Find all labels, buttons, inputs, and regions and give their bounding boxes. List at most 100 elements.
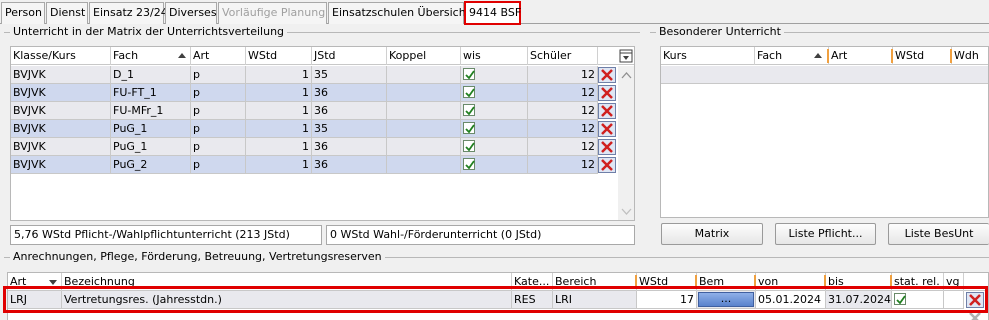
col-header-kurs[interactable]: Kurs xyxy=(661,47,755,65)
cell-klasse: BVJVK xyxy=(11,66,111,84)
col-header-bes-wdh[interactable]: Wdh xyxy=(952,47,988,65)
delete-row-icon[interactable] xyxy=(598,157,616,173)
cell-wis xyxy=(461,156,528,174)
tab-dienst[interactable]: Dienst xyxy=(46,2,88,24)
cell-wstd: 1 xyxy=(246,66,312,84)
tab-vorlaeufige-planung: Vorläufige Planung xyxy=(218,2,327,24)
cell-jstd: 35 xyxy=(312,120,387,138)
column-chooser-icon[interactable] xyxy=(616,47,634,65)
cell-wstd: 1 xyxy=(246,120,312,138)
cell-koppel xyxy=(387,102,461,120)
wis-checkbox[interactable] xyxy=(463,158,475,170)
delete-row-icon[interactable] xyxy=(598,85,616,101)
cell-wstd: 1 xyxy=(246,138,312,156)
tab-diverses[interactable]: Diverses xyxy=(165,2,217,24)
delete-row-icon[interactable] xyxy=(598,67,616,83)
cell-jstd: 36 xyxy=(312,84,387,102)
cell-koppel xyxy=(387,138,461,156)
tab-einsatzschulen-uebersicht[interactable]: Einsatzschulen Übersicht xyxy=(328,2,470,24)
tab-einsatz[interactable]: Einsatz 23/24 xyxy=(89,2,168,24)
anrechnungen-group-title: Anrechnungen, Pflege, Förderung, Betreuu… xyxy=(10,250,385,263)
tab-bar: Person Dienst Einsatz 23/24 Diverses Vor… xyxy=(0,0,989,25)
tab-9414-bsf[interactable]: 9414 BSF xyxy=(464,1,521,25)
table-row[interactable]: BVJVK PuG_1 p 1 36 12 xyxy=(11,138,617,156)
besonderer-empty-row xyxy=(661,66,988,84)
cell-koppel xyxy=(387,120,461,138)
besonderer-grid[interactable]: Kurs Fach Art WStd Wdh xyxy=(660,46,989,218)
delete-row-icon[interactable] xyxy=(598,103,616,119)
col-header-klasse[interactable]: Klasse/Kurs xyxy=(11,47,111,65)
cell-wis xyxy=(461,138,528,156)
summary-wahl: 0 WStd Wahl-/Förderunterricht (0 JStd) xyxy=(326,225,635,245)
cell-wis xyxy=(461,120,528,138)
cell-klasse: BVJVK xyxy=(11,120,111,138)
liste-besunt-button[interactable]: Liste BesUnt xyxy=(888,223,989,245)
table-row[interactable]: BVJVK FU-FT_1 p 1 36 12 xyxy=(11,84,617,102)
column-separator xyxy=(827,49,829,63)
cell-schueler: 12 xyxy=(528,156,598,174)
sort-asc-icon xyxy=(178,53,186,58)
liste-pflicht-button[interactable]: Liste Pflicht... xyxy=(775,223,876,245)
table-row[interactable]: BVJVK PuG_2 p 1 36 12 xyxy=(11,156,617,174)
cell-art: p xyxy=(191,156,246,174)
cell-fach: PuG_1 xyxy=(111,120,191,138)
col-header-fach-label: Fach xyxy=(113,49,139,62)
cell-koppel xyxy=(387,66,461,84)
matrix-scrollbar[interactable] xyxy=(618,66,634,220)
cell-wstd: 1 xyxy=(246,156,312,174)
cell-art: p xyxy=(191,66,246,84)
besonderer-header: Kurs Fach Art WStd Wdh xyxy=(661,47,988,65)
column-separator xyxy=(950,49,952,63)
col-header-koppel[interactable]: Koppel xyxy=(387,47,461,65)
col-header-schueler[interactable]: Schüler xyxy=(528,47,598,65)
cell-fach: PuG_2 xyxy=(111,156,191,174)
matrix-group-title: Unterricht in der Matrix der Unterrichts… xyxy=(10,25,288,38)
cell-wis xyxy=(461,66,528,84)
col-header-wis[interactable]: wis xyxy=(461,47,528,65)
col-header-bes-wstd[interactable]: WStd xyxy=(893,47,952,65)
cell-fach: FU-FT_1 xyxy=(111,84,191,102)
col-header-bes-art[interactable]: Art xyxy=(829,47,893,65)
scroll-arrows-icon xyxy=(621,72,632,215)
cell-jstd: 36 xyxy=(312,156,387,174)
cell-schueler: 12 xyxy=(528,84,598,102)
cell-schueler: 12 xyxy=(528,66,598,84)
cell-fach: D_1 xyxy=(111,66,191,84)
cell-wstd: 1 xyxy=(246,102,312,120)
matrix-button[interactable]: Matrix xyxy=(661,223,763,245)
cell-jstd: 36 xyxy=(312,102,387,120)
cell-fach: PuG_1 xyxy=(111,138,191,156)
matrix-header: Klasse/Kurs Fach Art WStd JStd Koppel wi… xyxy=(11,47,634,65)
cell-klasse: BVJVK xyxy=(11,156,111,174)
cell-koppel xyxy=(387,84,461,102)
wis-checkbox[interactable] xyxy=(463,122,475,134)
col-header-bes-fach[interactable]: Fach xyxy=(755,47,829,65)
col-header-jstd[interactable]: JStd xyxy=(312,47,387,65)
wis-checkbox[interactable] xyxy=(463,140,475,152)
tab-person[interactable]: Person xyxy=(1,2,45,24)
cell-art: p xyxy=(191,120,246,138)
cell-wstd: 1 xyxy=(246,84,312,102)
wis-checkbox[interactable] xyxy=(463,68,475,80)
wis-checkbox[interactable] xyxy=(463,104,475,116)
highlight-anrechnung-row xyxy=(3,286,988,313)
delete-row-icon[interactable] xyxy=(598,121,616,137)
cell-jstd: 35 xyxy=(312,66,387,84)
delete-row-icon[interactable] xyxy=(598,139,616,155)
cell-fach: FU-MFr_1 xyxy=(111,102,191,120)
cell-art: p xyxy=(191,138,246,156)
cell-klasse: BVJVK xyxy=(11,138,111,156)
table-row[interactable]: BVJVK D_1 p 1 35 12 xyxy=(11,66,617,84)
cell-koppel xyxy=(387,156,461,174)
col-header-art[interactable]: Art xyxy=(191,47,246,65)
table-row[interactable]: BVJVK FU-MFr_1 p 1 36 12 xyxy=(11,102,617,120)
cell-wis xyxy=(461,102,528,120)
sort-asc-icon xyxy=(814,53,822,58)
cell-schueler: 12 xyxy=(528,120,598,138)
col-header-wstd[interactable]: WStd xyxy=(246,47,312,65)
cell-jstd: 36 xyxy=(312,138,387,156)
col-header-fach[interactable]: Fach xyxy=(111,47,191,65)
wis-checkbox[interactable] xyxy=(463,86,475,98)
matrix-grid[interactable]: Klasse/Kurs Fach Art WStd JStd Koppel wi… xyxy=(10,46,635,221)
table-row[interactable]: BVJVK PuG_1 p 1 35 12 xyxy=(11,120,617,138)
